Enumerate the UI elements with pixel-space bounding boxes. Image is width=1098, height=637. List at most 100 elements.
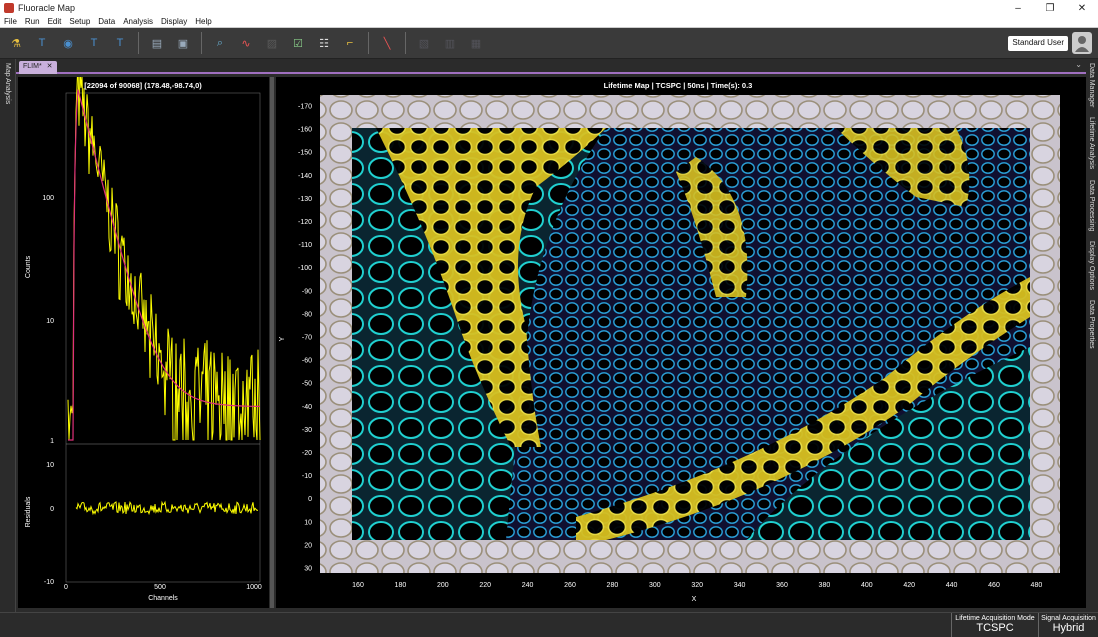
y-tick-100: 100 [42,195,54,202]
menu-file[interactable]: File [0,17,21,26]
toolbar-separator [405,32,406,54]
status-bar: Lifetime Acquisition Mode TCSPC Signal A… [0,612,1098,637]
rail-tab-lifetime-analysis[interactable]: Lifetime Analysis [1088,117,1095,169]
menu-bar: File Run Edit Setup Data Analysis Display Help [0,16,1098,28]
rail-tab-data-processing[interactable]: Data Processing [1088,180,1095,231]
map-y-tick: -120 [298,219,312,226]
table-icon[interactable]: ☷ [313,32,335,54]
timer-t2-icon[interactable]: T [83,32,105,54]
map-y-tick: -10 [302,473,312,480]
res-tick-neg10: -10 [44,579,54,586]
decay-curve-icon[interactable]: ╲ [376,32,398,54]
map-y-tick: -170 [298,104,312,111]
map-y-tick: -110 [299,242,313,249]
menu-edit[interactable]: Edit [44,17,66,26]
residual-y-label: Residuals [25,496,32,527]
checklist-icon[interactable]: ☑ [287,32,309,54]
decay-axes-frame [65,92,261,583]
crop-icon[interactable]: ⌐ [339,32,361,54]
menu-display[interactable]: Display [157,17,191,26]
chart-dim-icon[interactable]: ▨ [261,32,283,54]
timer-t3-icon[interactable]: T [109,32,131,54]
decay-fit-icon[interactable]: ∿ [235,32,257,54]
map-x-label: X [692,596,697,603]
map-x-tick: 200 [437,582,449,589]
map-y-tick: -90 [302,288,312,295]
user-avatar-icon[interactable] [1072,32,1092,54]
map-x-tick: 220 [479,582,491,589]
signal-acquisition-value: Hybrid [1052,622,1085,634]
rail-tab-data-manager[interactable]: Data Manager [1088,63,1095,107]
map-y-tick: -70 [302,335,312,342]
map-x-tick: 420 [903,582,915,589]
decay-plot[interactable]: [22094 of 90068] (178.48,-98.74,0) Count… [18,59,269,608]
map-y-tick: -150 [298,150,312,157]
rail-tab-display-options[interactable]: Display Options [1088,241,1095,290]
menu-analysis[interactable]: Analysis [119,17,157,26]
map-y-tick: -30 [302,427,312,434]
signal-acquisition-status: Signal Acquisition Hybrid [1038,613,1098,637]
map-y-tick: -160 [298,127,312,134]
toolbar-separator [201,32,202,54]
window-title: Fluoracle Map [18,3,76,13]
menu-help[interactable]: Help [191,17,215,26]
x-tick-1000: 1000 [246,584,262,591]
map-y-tick: 30 [304,566,312,573]
map-y-tick: 0 [308,496,312,503]
timer-t-icon[interactable]: T [31,32,53,54]
map-y-tick: -130 [298,196,312,203]
tab-flim-label: FLIM* [23,63,42,70]
panel-splitter[interactable] [270,77,274,608]
map-x-tick: 280 [607,582,619,589]
lifetime-map-plot[interactable]: Lifetime Map | TCSPC | 50ns | Time(s): 0… [276,77,1086,608]
chevron-down-icon[interactable]: ⌄ [1075,60,1082,69]
y-tick-10: 10 [46,318,54,325]
timer-record-icon[interactable]: ◉ [57,32,79,54]
acquisition-mode-label: Lifetime Acquisition Mode [955,615,1035,622]
layer-2-icon[interactable]: ▥ [439,32,461,54]
map-y-tick: -40 [302,404,312,411]
signal-acquisition-label: Signal Acquisition [1041,615,1096,622]
rail-tab-map-analysis[interactable]: Map Analysis [4,63,11,104]
menu-data[interactable]: Data [94,17,119,26]
map-y-tick: -140 [298,173,312,180]
map-x-tick: 340 [734,582,746,589]
left-rail: Map Analysis [0,59,16,612]
map-x-tick: 440 [946,582,958,589]
menu-run[interactable]: Run [21,17,44,26]
close-icon[interactable]: ✕ [1066,3,1098,14]
y-tick-1: 1 [50,438,54,445]
title-bar: Fluoracle Map – ❐ ✕ [0,0,1098,16]
zoom-search-icon[interactable]: ⌕ [209,32,231,54]
map-x-tick: 480 [1031,582,1043,589]
user-role-button[interactable]: Standard User [1008,36,1068,51]
tab-flim[interactable]: FLIM* ✕ [19,61,57,74]
right-rail: Data Manager Lifetime Analysis Data Proces… [1086,59,1098,612]
restore-icon[interactable]: ❐ [1034,3,1066,14]
map-x-tick: 240 [522,582,534,589]
tab-close-icon[interactable]: ✕ [47,63,53,70]
layer-3-icon[interactable]: ▦ [465,32,487,54]
map-x-tick: 380 [819,582,831,589]
minimize-icon[interactable]: – [1002,3,1034,14]
microscope-icon[interactable]: ⚗ [5,32,27,54]
open-folder-icon[interactable]: ▤ [146,32,168,54]
menu-setup[interactable]: Setup [65,17,94,26]
app-icon [4,3,14,13]
residual-trace [75,500,259,516]
map-x-tick: 160 [352,582,364,589]
map-x-tick: 260 [564,582,576,589]
acquisition-mode-value: TCSPC [976,622,1014,634]
toolbar-separator [138,32,139,54]
toolbar-separator [368,32,369,54]
map-title: Lifetime Map | TCSPC | 50ns | Time(s): 0… [604,81,753,90]
save-disk-icon[interactable]: ▣ [172,32,194,54]
lifetime-image [352,128,1030,540]
x-tick-500: 500 [154,584,166,591]
layer-1-icon[interactable]: ▧ [413,32,435,54]
document-tab-strip: FLIM* ✕ ⌄ [16,60,1086,74]
rail-tab-data-properties[interactable]: Data Properties [1088,300,1095,349]
decay-data-trace [67,59,261,441]
map-x-tick: 400 [861,582,873,589]
map-x-tick: 180 [395,582,407,589]
